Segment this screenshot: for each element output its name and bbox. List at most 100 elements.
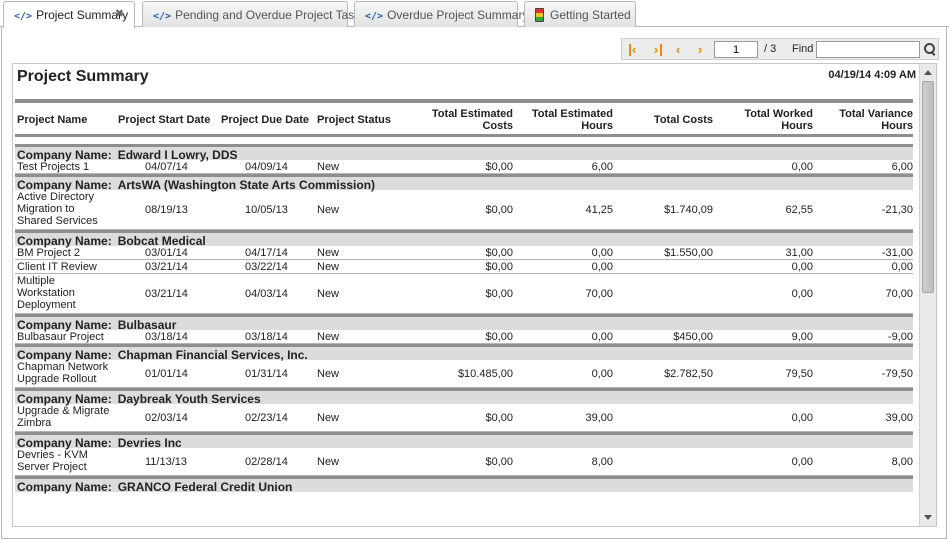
find-label: Find [792,43,814,55]
company-group-header: Company Name: Edward I Lowry, DDS [15,144,913,162]
cell-est-hours: 41,25 [585,204,613,216]
cell-start: 03/21/14 [145,288,188,300]
cell-start: 02/03/14 [145,412,188,424]
tab-label: Getting Started [550,8,631,22]
cell-start: 11/13/13 [145,456,188,468]
tab-overdue-project-summary[interactable]: </> Overdue Project Summary [354,1,528,27]
column-header: Total Estimated Hours [531,108,613,132]
cell-worked: 0,00 [791,161,813,173]
company-group-header: Company Name: ArtsWA (Washington State Ar… [15,174,913,192]
tab-project-summary[interactable]: </> Project Summary ✖ [3,1,135,28]
cell-variance: 70,00 [885,288,913,300]
next-page-icon[interactable]: › [692,42,708,58]
cell-name: Bulbasaur Project [17,331,104,343]
cell-status: New [317,247,340,259]
cell-name: Active Directory Migration to Shared Ser… [17,191,98,227]
cell-est-costs: $0,00 [485,161,513,173]
tab-pending-overdue-tasks[interactable]: </> Pending and Overdue Project Tasks [142,1,366,27]
cell-worked: 0,00 [791,261,813,273]
close-icon[interactable]: ✖ [115,7,124,20]
cell-est-hours: 0,00 [591,368,613,380]
cell-variance: 0,00 [891,261,913,273]
cell-variance: 39,00 [885,412,913,424]
cell-est-costs: $10.485,00 [457,368,513,380]
cell-variance: -9,00 [887,331,913,343]
traffic-light-icon [535,8,544,22]
cell-costs: $1.740,09 [664,204,713,216]
cell-variance: -31,00 [881,247,913,259]
cell-name: Devries - KVM Server Project [17,449,88,473]
previous-page-icon[interactable]: ‹ [670,42,686,58]
cell-status: New [317,204,340,216]
cell-status: New [317,456,340,468]
column-header: Project Status [317,114,391,126]
cell-est-hours: 0,00 [591,247,613,259]
cell-est-hours: 0,00 [591,331,613,343]
cell-variance: 8,00 [891,456,913,468]
scroll-up-icon[interactable] [924,70,932,75]
cell-worked: 0,00 [791,456,813,468]
cell-start: 04/07/14 [145,161,188,173]
cell-est-hours: 6,00 [591,161,613,173]
cell-status: New [317,412,340,424]
company-group-header: Company Name: GRANCO Federal Credit Union [15,476,913,494]
header-rule [15,99,913,103]
cell-due: 02/23/14 [245,412,288,424]
cell-due: 04/09/14 [245,161,288,173]
company-name: GRANCO Federal Credit Union [117,480,293,494]
report-viewport[interactable]: Project Summary 04/19/14 4:09 AM Project… [12,63,937,527]
cell-est-hours: 39,00 [585,412,613,424]
cell-variance: -21,30 [881,204,913,216]
cell-due: 04/17/14 [245,247,288,259]
search-icon[interactable] [921,41,938,58]
column-header: Total Estimated Costs [431,108,513,132]
table-row: Upgrade & Migrate Zimbra 02/03/14 02/23/14… [15,404,913,432]
cell-worked: 79,50 [785,368,813,380]
cell-name: BM Project 2 [17,247,80,259]
cell-est-hours: 70,00 [585,288,613,300]
company-group-header: Company Name: Chapman Financial Services,… [15,344,913,362]
column-header: Total Costs [653,114,713,126]
cell-est-costs: $0,00 [485,456,513,468]
report-table: Company Name: Edward I Lowry, DDS Test Pro… [15,144,913,494]
cell-status: New [317,368,340,380]
company-group-header: Company Name: Bobcat Medical [15,230,913,248]
code-icon: </> [365,11,384,22]
cell-est-costs: $0,00 [485,204,513,216]
company-group-header: Company Name: Daybreak Youth Services [15,388,913,406]
cell-name: Upgrade & Migrate Zimbra [17,405,110,429]
company-group-header: Company Name: Bulbasaur [15,314,913,332]
cell-worked: 62,55 [785,204,813,216]
cell-status: New [317,331,340,343]
table-row: Active Directory Migration to Shared Ser… [15,190,913,230]
code-icon: </> [14,11,33,22]
report-frame: ‹ › ‹ › / 3 Find Project Summary 04/19/1… [1,27,947,539]
first-page-icon[interactable]: ‹ [626,42,642,58]
scroll-down-icon[interactable] [924,515,932,520]
table-row: Test Projects 1 04/07/14 04/09/14 New $0,00 6… [15,160,913,174]
cell-start: 03/01/14 [145,247,188,259]
scrollbar-thumb[interactable] [922,81,934,293]
table-row: Client IT Review 03/21/14 03/22/14 New $0,00… [15,260,913,274]
page-number-input[interactable] [714,41,758,58]
page-total: / 3 [764,43,777,55]
cell-est-costs: $0,00 [485,331,513,343]
column-header: Project Start Date [118,114,211,126]
tab-bar: </> Project Summary ✖ </> Pending and Over… [0,0,949,28]
cell-est-costs: $0,00 [485,288,513,300]
cell-worked: 0,00 [791,288,813,300]
cell-name: Multiple Workstation Deployment [17,275,76,311]
tab-label: Overdue Project Summary [387,8,529,22]
report-date: 04/19/14 4:09 AM [828,69,916,81]
cell-est-hours: 8,00 [591,456,613,468]
cell-due: 03/18/14 [245,331,288,343]
vertical-scrollbar[interactable] [919,64,936,526]
cell-worked: 9,00 [791,331,813,343]
table-row: BM Project 2 03/01/14 04/17/14 New $0,00 0,00… [15,246,913,260]
last-page-icon[interactable]: › [648,42,664,58]
find-input[interactable] [816,41,920,58]
cell-due: 03/22/14 [245,261,288,273]
tab-getting-started[interactable]: Getting Started [524,1,636,27]
column-header: Total Worked Hours [744,108,813,132]
column-header: Project Due Date [221,114,310,126]
